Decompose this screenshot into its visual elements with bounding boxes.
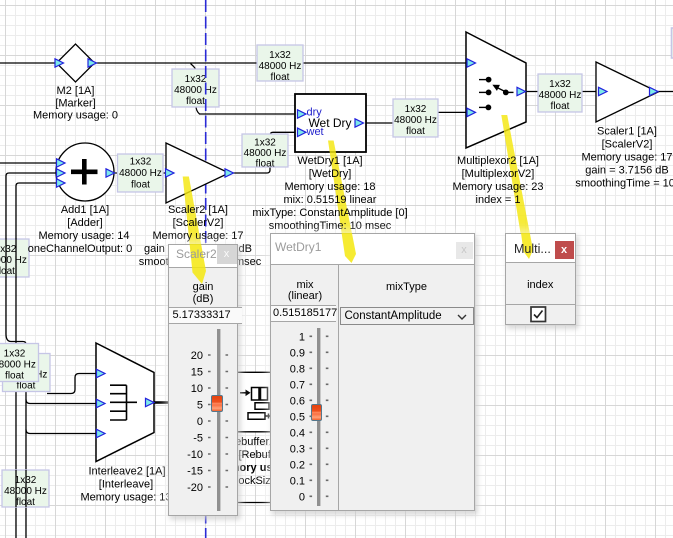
- svg-text:Memory usage: 23: Memory usage: 23: [452, 181, 543, 193]
- svg-text:WetDry1 [1A]: WetDry1 [1A]: [297, 155, 362, 167]
- svg-text:gain = 3.7156 dB: gain = 3.7156 dB: [585, 165, 669, 177]
- svg-text:Interleave2 [1A]: Interleave2 [1A]: [88, 466, 165, 478]
- svg-text:48000 Hz: 48000 Hz: [394, 115, 437, 126]
- svg-text:Scaler1 [1A]: Scaler1 [1A]: [597, 126, 657, 138]
- svg-text:oneChannelOutput: 0: oneChannelOutput: 0: [28, 243, 133, 255]
- svg-text:Multiplexor2 [1A]: Multiplexor2 [1A]: [457, 155, 539, 167]
- svg-text:float: float: [271, 72, 290, 83]
- svg-text:1x32: 1x32: [185, 74, 207, 85]
- svg-text:Scaler2 [1A]: Scaler2 [1A]: [168, 204, 228, 216]
- svg-text:1x32: 1x32: [269, 50, 291, 61]
- svg-text:Wet Dry: Wet Dry: [308, 116, 351, 130]
- svg-text:48000 Hz: 48000 Hz: [0, 255, 27, 266]
- svg-text:mixType: ConstantAmplitude [0]: mixType: ConstantAmplitude [0]: [252, 207, 407, 219]
- svg-text:Memory usage: 13: Memory usage: 13: [80, 492, 171, 504]
- svg-text:1x32: 1x32: [4, 349, 26, 360]
- svg-text:smoothingTime = 10 ms: smoothingTime = 10 ms: [575, 178, 673, 190]
- svg-text:[WetDry]: [WetDry]: [309, 168, 352, 180]
- svg-text:float: float: [131, 180, 150, 191]
- svg-text:[Adder]: [Adder]: [67, 217, 102, 229]
- svg-text:float: float: [5, 371, 24, 382]
- svg-text:Add1 [1A]: Add1 [1A]: [61, 204, 109, 216]
- svg-text:[ScalerV2]: [ScalerV2]: [173, 217, 224, 229]
- svg-text:mix: 0.51519 linear: mix: 0.51519 linear: [284, 194, 377, 206]
- svg-text:float: float: [186, 96, 205, 107]
- svg-text:[Interleave]: [Interleave]: [99, 479, 153, 491]
- svg-text:M2 [1A]: M2 [1A]: [57, 85, 95, 97]
- svg-text:[MultiplexorV2]: [MultiplexorV2]: [462, 168, 535, 180]
- svg-text:48000 Hz: 48000 Hz: [174, 85, 217, 96]
- svg-text:Memory usage: 17: Memory usage: 17: [581, 152, 672, 164]
- svg-text:[ScalerV2]: [ScalerV2]: [602, 139, 653, 151]
- svg-text:index = 1: index = 1: [476, 194, 521, 206]
- svg-text:48000 Hz: 48000 Hz: [244, 148, 287, 159]
- svg-text:Memory usage: 18: Memory usage: 18: [284, 181, 375, 193]
- svg-text:1x32: 1x32: [405, 104, 427, 115]
- svg-text:1x32: 1x32: [549, 79, 571, 90]
- svg-text:float: float: [406, 126, 425, 137]
- svg-text:Memory usage: 17: Memory usage: 17: [152, 230, 243, 242]
- svg-text:[Marker]: [Marker]: [55, 98, 95, 110]
- svg-text:48000 Hz: 48000 Hz: [0, 360, 36, 371]
- svg-text:smoothingTime: 10 msec: smoothingTime: 10 msec: [269, 220, 392, 232]
- svg-text:Memory usage: 0: Memory usage: 0: [33, 110, 118, 122]
- svg-text:float: float: [256, 159, 275, 170]
- svg-text:48000 Hz: 48000 Hz: [259, 61, 302, 72]
- svg-text:1x32: 1x32: [254, 138, 276, 149]
- svg-text:1x32: 1x32: [0, 244, 17, 255]
- svg-text:48000 Hz: 48000 Hz: [539, 90, 582, 101]
- svg-text:1x32: 1x32: [130, 157, 152, 168]
- svg-text:float: float: [551, 101, 570, 112]
- svg-text:48000 Hz: 48000 Hz: [119, 168, 162, 179]
- svg-text:float: float: [0, 266, 15, 277]
- svg-text:Memory usage: 14: Memory usage: 14: [38, 230, 129, 242]
